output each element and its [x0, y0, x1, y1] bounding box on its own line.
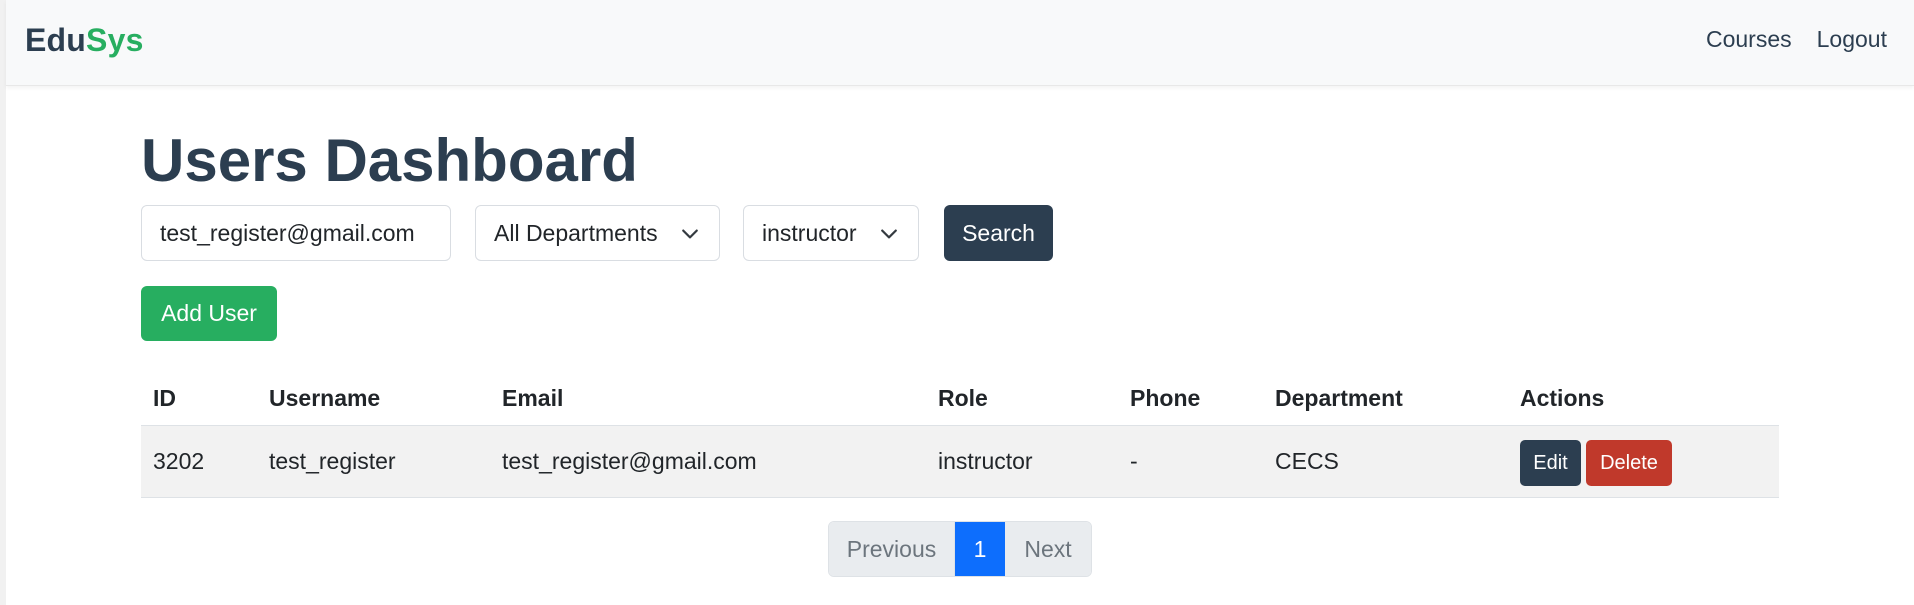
pagination-page-1[interactable]: 1 — [955, 522, 1005, 576]
pagination: Previous 1 Next — [828, 521, 1092, 577]
header-department: Department — [1275, 385, 1403, 411]
nav-courses-link[interactable]: Courses — [1706, 26, 1792, 53]
header-actions: Actions — [1520, 385, 1605, 411]
navbar: EduSys Courses Logout — [6, 0, 1914, 86]
page-left-edge — [0, 0, 6, 605]
email-search-input[interactable]: test_register@gmail.com — [141, 205, 451, 261]
pagination-next[interactable]: Next — [1005, 522, 1091, 576]
pagination-previous[interactable]: Previous — [829, 522, 955, 576]
brand-part-sys: Sys — [86, 22, 144, 58]
brand-logo[interactable]: EduSys — [25, 22, 144, 59]
header-role: Role — [938, 385, 988, 411]
page-title: Users Dashboard — [141, 127, 638, 194]
users-table: ID Username Email Role Phone Department … — [141, 376, 1779, 498]
cell-department: CECS — [1275, 448, 1339, 474]
department-select-value: All Departments — [494, 219, 658, 246]
cell-role: instructor — [938, 448, 1033, 474]
role-select-value: instructor — [762, 219, 857, 246]
brand-part-edu: Edu — [25, 22, 87, 58]
header-phone: Phone — [1130, 385, 1201, 411]
table-header-row: ID Username Email Role Phone Department … — [141, 376, 1779, 426]
nav-logout-link[interactable]: Logout — [1817, 26, 1887, 53]
header-username: Username — [269, 385, 381, 411]
cell-email: test_register@gmail.com — [502, 448, 757, 474]
header-email: Email — [502, 385, 564, 411]
cell-phone: - — [1130, 448, 1138, 474]
role-select[interactable]: instructor — [743, 205, 919, 261]
delete-user-button[interactable]: Delete — [1586, 440, 1672, 486]
cell-id: 3202 — [153, 448, 205, 474]
chevron-down-icon — [682, 229, 698, 239]
cell-username: test_register — [269, 448, 396, 474]
edit-user-button[interactable]: Edit — [1520, 440, 1581, 486]
cell-actions: Edit Delete — [1520, 426, 1672, 497]
header-id: ID — [153, 385, 176, 411]
chevron-down-icon — [881, 229, 897, 239]
search-button[interactable]: Search — [944, 205, 1053, 261]
email-search-value: test_register@gmail.com — [160, 219, 415, 246]
department-select[interactable]: All Departments — [475, 205, 720, 261]
nav-links: Courses Logout — [1706, 26, 1887, 53]
add-user-button[interactable]: Add User — [141, 286, 277, 341]
table-row: 3202 test_register test_register@gmail.c… — [141, 426, 1779, 498]
